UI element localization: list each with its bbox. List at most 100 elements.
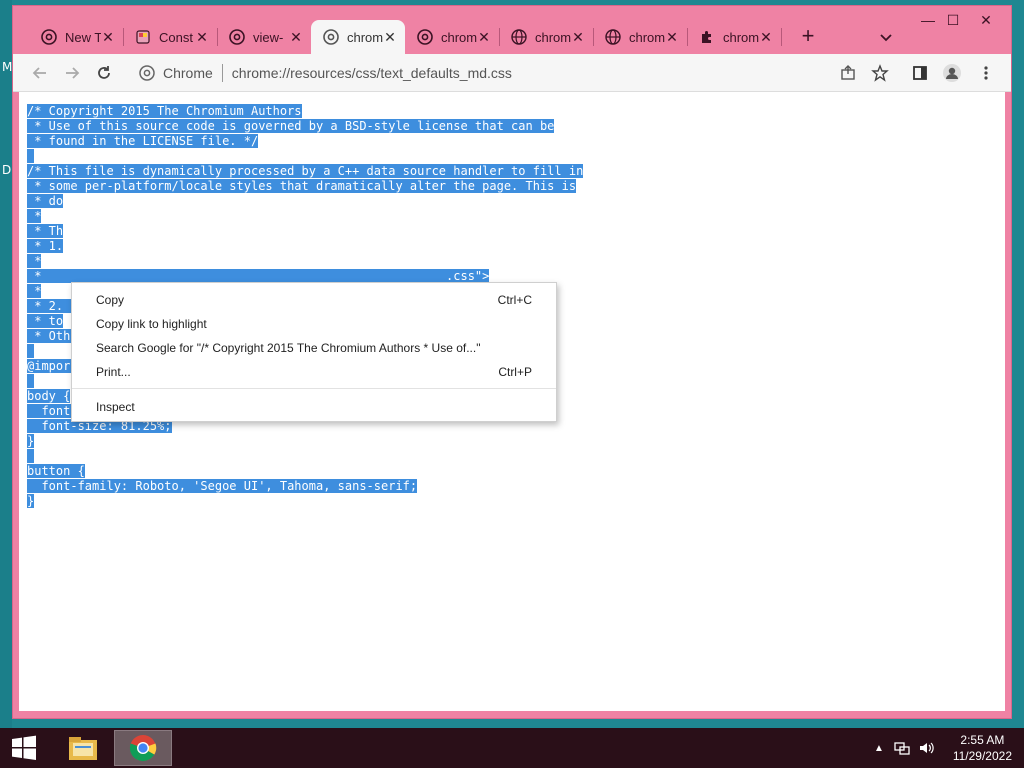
menu-item-print[interactable]: Print... Ctrl+P — [72, 361, 556, 383]
code-line[interactable] — [27, 449, 583, 464]
code-line[interactable]: button { — [27, 464, 583, 479]
code-line[interactable]: font-family: Roboto, 'Segoe UI', Tahoma,… — [27, 479, 583, 494]
code-line[interactable]: * — [27, 209, 583, 224]
start-button[interactable] — [0, 728, 48, 768]
selected-text: } — [27, 494, 35, 508]
tab-title: chrom — [535, 29, 571, 45]
menu-item-label: Copy link to highlight — [96, 317, 207, 331]
desktop-icon-label: D — [2, 163, 12, 177]
close-icon[interactable]: ✕ — [383, 30, 397, 44]
side-panel-button[interactable] — [909, 62, 931, 84]
globe-icon — [605, 29, 621, 45]
tab-chrome[interactable]: chrom ✕ — [499, 20, 593, 54]
bookmark-button[interactable] — [869, 62, 891, 84]
code-line[interactable]: * found in the LICENSE file. */ — [27, 134, 583, 149]
tab-new-tab[interactable]: New Tab ✕ — [29, 20, 123, 54]
code-line[interactable]: /* Copyright 2015 The Chromium Authors — [27, 104, 583, 119]
selected-text: * — [27, 254, 42, 268]
menu-item-copy[interactable]: Copy Ctrl+C — [72, 289, 556, 311]
selected-text: * Th — [27, 224, 64, 238]
taskbar-chrome[interactable] — [114, 730, 172, 766]
code-line[interactable]: /* This file is dynamically processed by… — [27, 164, 584, 179]
avatar-icon — [943, 64, 961, 82]
tab-chrome[interactable]: chrom ✕ — [593, 20, 687, 54]
tab-active[interactable]: chrom ✕ — [311, 20, 405, 54]
maximize-button[interactable]: ☐ — [938, 10, 968, 30]
address-bar[interactable]: Chrome chrome://resources/css/text_defau… — [131, 58, 901, 88]
new-tab-button[interactable]: + — [797, 25, 819, 48]
back-button[interactable] — [29, 62, 51, 84]
selected-text: button { — [27, 464, 85, 478]
system-tray: ▲ — [874, 728, 934, 768]
system-clock[interactable]: 2:55 AM 11/29/2022 — [953, 732, 1012, 764]
selected-text: * to — [27, 314, 64, 328]
close-icon[interactable]: ✕ — [289, 30, 303, 44]
tab-view-source[interactable]: view- ✕ — [217, 20, 311, 54]
menu-separator — [72, 388, 556, 389]
close-icon[interactable]: ✕ — [665, 30, 679, 44]
tab-strip: New Tab ✕ Const ✕ view- ✕ chrom ✕ — [13, 6, 1011, 54]
kebab-menu-icon — [984, 66, 988, 80]
url-text[interactable]: chrome://resources/css/text_defaults_md.… — [232, 65, 512, 81]
code-line[interactable]: * Th — [27, 224, 583, 239]
omnibox-divider — [221, 64, 223, 82]
close-icon[interactable]: ✕ — [195, 30, 209, 44]
code-line[interactable]: * 1. — [27, 239, 583, 254]
code-line[interactable]: * do — [27, 194, 583, 209]
selected-text: * do — [27, 194, 64, 208]
chevron-up-icon[interactable]: ▲ — [874, 743, 884, 754]
close-window-button[interactable]: ✕ — [971, 10, 1001, 30]
menu-item-search-google[interactable]: Search Google for "/* Copyright 2015 The… — [72, 337, 556, 359]
forward-arrow-icon — [66, 67, 80, 79]
page-icon — [135, 29, 151, 45]
code-line[interactable]: * some per-platform/locale styles that d… — [27, 179, 583, 194]
network-icon[interactable] — [894, 740, 910, 756]
site-chip-label[interactable]: Chrome — [163, 65, 213, 81]
tab-title: New Tab — [65, 29, 101, 45]
reload-button[interactable] — [93, 62, 115, 84]
selected-text: } — [27, 434, 35, 448]
code-line[interactable]: * Use of this source code is governed by… — [27, 119, 583, 134]
code-line[interactable]: } — [27, 494, 583, 509]
windows-logo-icon — [12, 735, 36, 760]
menu-item-inspect[interactable]: Inspect — [72, 396, 556, 418]
close-icon[interactable]: ✕ — [101, 30, 115, 44]
code-line[interactable] — [27, 149, 583, 164]
selected-text: /* Copyright 2015 The Chromium Authors — [27, 104, 302, 118]
close-icon[interactable]: ✕ — [477, 30, 491, 44]
share-icon — [841, 65, 855, 80]
chrome-icon — [41, 29, 57, 45]
tab-title: view- — [253, 29, 284, 45]
chevron-down-icon — [880, 34, 892, 42]
forward-button[interactable] — [61, 62, 83, 84]
code-line[interactable]: * — [27, 254, 583, 269]
chrome-logo-icon — [129, 735, 157, 762]
menu-item-label: Print... — [96, 365, 131, 379]
tab-title: Const — [159, 29, 193, 45]
share-button[interactable] — [837, 62, 859, 84]
side-panel-icon — [913, 66, 927, 80]
menu-button[interactable] — [975, 62, 997, 84]
shortcut-label: Ctrl+C — [497, 293, 532, 307]
folder-icon — [69, 737, 97, 760]
tab-chrome-extensions[interactable]: chrom ✕ — [687, 20, 781, 54]
tab-title: chrom — [441, 29, 477, 45]
selected-text — [27, 374, 35, 388]
profile-button[interactable] — [941, 62, 963, 84]
tab-search-button[interactable] — [875, 26, 897, 48]
menu-item-label: Search Google for "/* Copyright 2015 The… — [96, 341, 481, 355]
selected-text: * found in the LICENSE file. */ — [27, 134, 259, 148]
close-icon[interactable]: ✕ — [759, 30, 773, 44]
tab-chrome[interactable]: chrom ✕ — [405, 20, 499, 54]
volume-icon[interactable] — [918, 740, 934, 756]
tab-const[interactable]: Const ✕ — [123, 20, 217, 54]
code-line[interactable]: } — [27, 434, 583, 449]
page-content[interactable]: /* Copyright 2015 The Chromium Authors *… — [19, 92, 1005, 711]
selected-text — [27, 449, 35, 463]
chrome-icon — [229, 29, 245, 45]
menu-item-copy-link-to-highlight[interactable]: Copy link to highlight — [72, 313, 556, 335]
browser-window: New Tab ✕ Const ✕ view- ✕ chrom ✕ — [12, 5, 1012, 719]
close-icon[interactable]: ✕ — [571, 30, 585, 44]
taskbar-file-explorer[interactable] — [54, 730, 112, 766]
tab-separator — [781, 28, 782, 46]
